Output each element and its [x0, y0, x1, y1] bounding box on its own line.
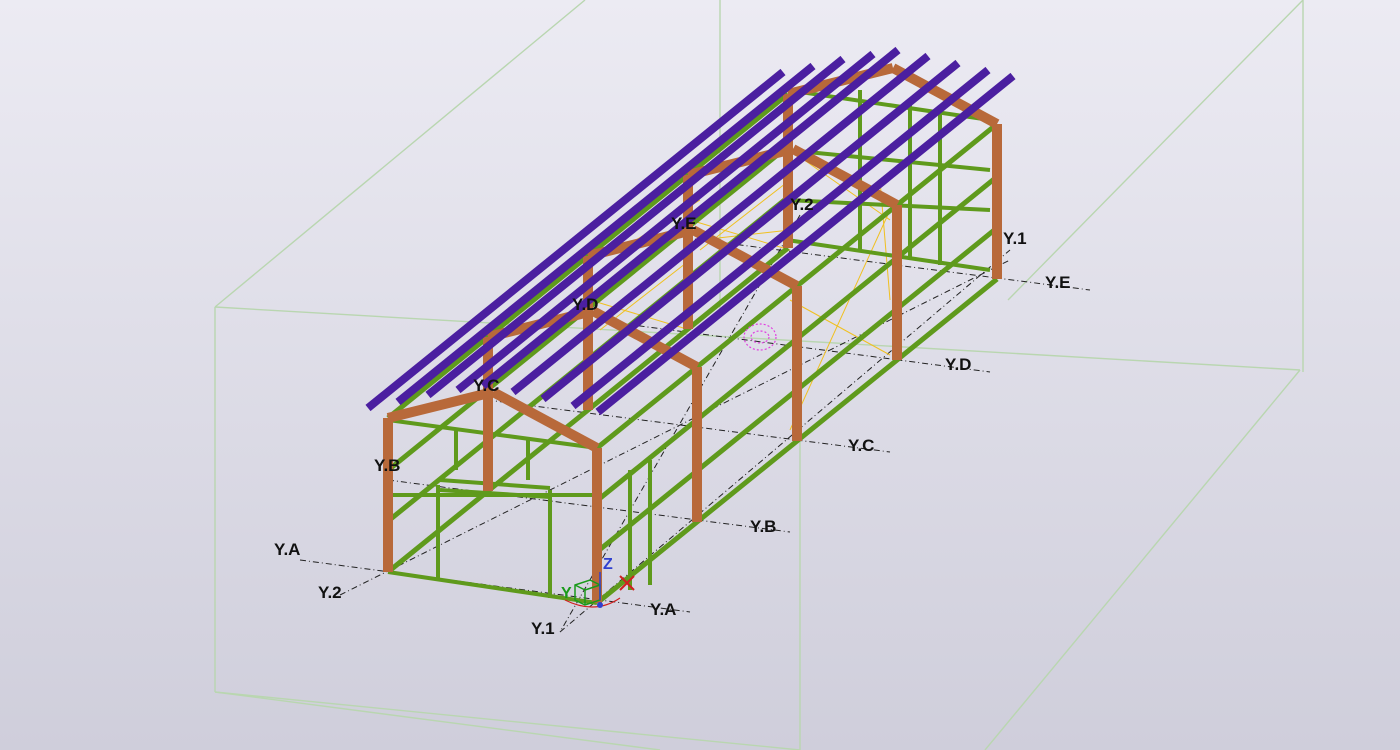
grid-label-yc-right: Y.C [848, 436, 874, 455]
grid-label-y1-right: Y.1 [1003, 229, 1027, 248]
grid-label-yb-right: Y.B [750, 517, 776, 536]
grid-label-y2-top: Y.2 [790, 195, 814, 214]
origin-marker [597, 602, 603, 608]
grid-label-yd-right: Y.D [945, 355, 971, 374]
model-viewport[interactable]: Y.A Y.2 Y.1 Y.A Y.B Y.B Y.C Y.C Y.D Y.D … [0, 0, 1400, 750]
grid-label-yb-left: Y.B [374, 456, 400, 475]
grid-label-ya-right: Y.A [650, 600, 676, 619]
axis-y-label: Y [561, 585, 572, 602]
grid-label-y2-left: Y.2 [318, 583, 342, 602]
grid-label-ya-left: Y.A [274, 540, 300, 559]
grid-label-yd-left: Y.D [572, 295, 598, 314]
model-view-canvas[interactable]: Y.A Y.2 Y.1 Y.A Y.B Y.B Y.C Y.C Y.D Y.D … [0, 0, 1400, 750]
grid-label-ye-right: Y.E [1045, 273, 1071, 292]
grid-label-ye-left: Y.E [671, 214, 697, 233]
axis-z-label: Z [603, 556, 613, 573]
grid-label-yc-left: Y.C [473, 376, 499, 395]
grid-label-y1-bottom: Y.1 [531, 619, 555, 638]
